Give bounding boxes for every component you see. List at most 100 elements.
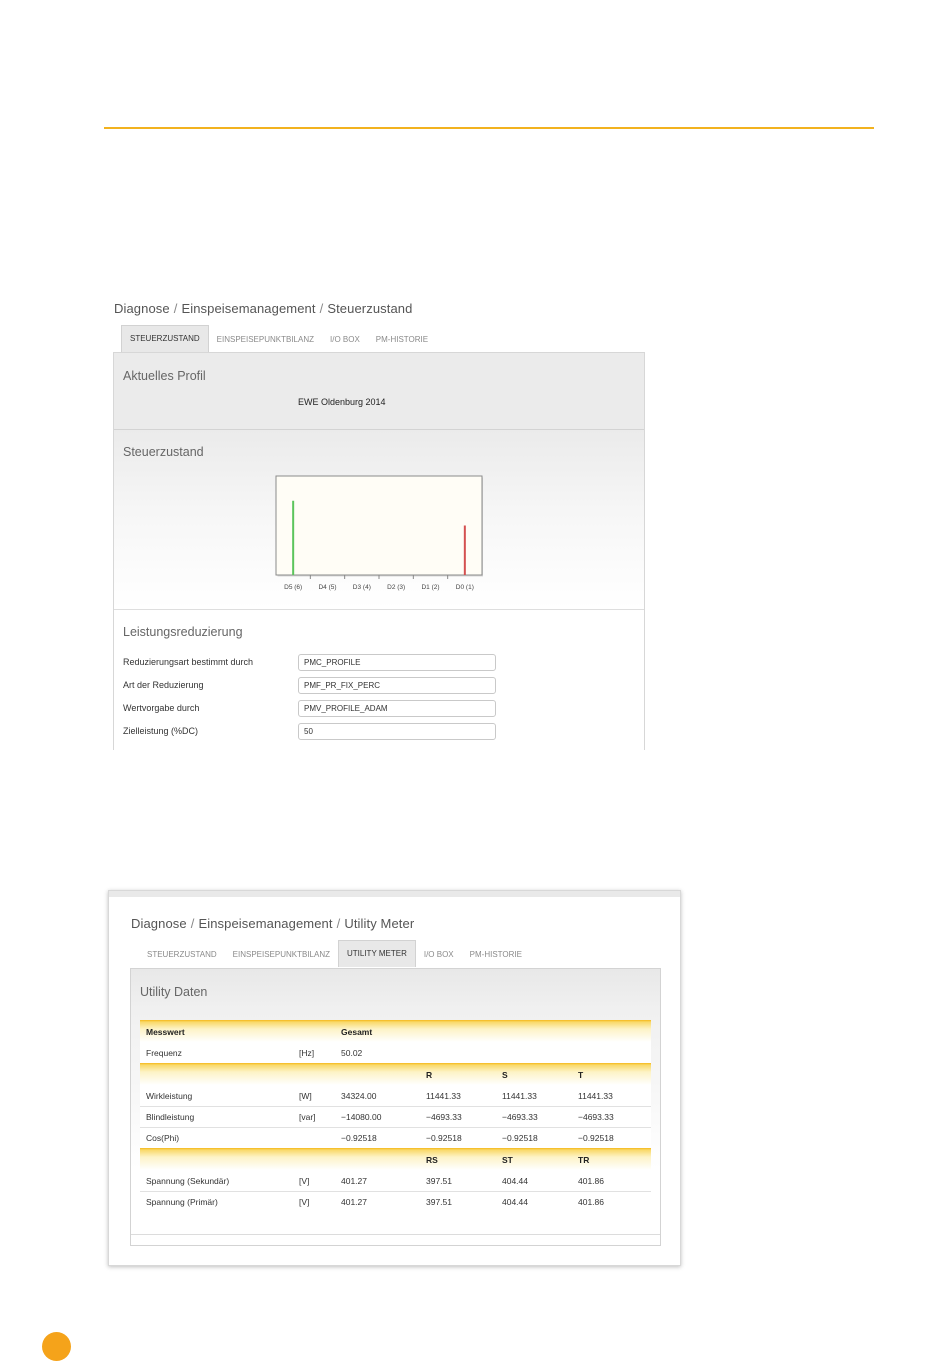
table-cell: [var] bbox=[293, 1106, 335, 1128]
breadcrumb-separator: / bbox=[336, 916, 341, 931]
field-row: Art der Reduzierung bbox=[123, 677, 643, 695]
breadcrumb: Diagnose / Einspeisemanagement / Steuerzusta… bbox=[114, 301, 412, 316]
breadcrumb-separator: / bbox=[190, 916, 195, 931]
tab-pm-historie[interactable]: PM-HISTORIE bbox=[462, 943, 530, 967]
table-cell: 34324.00 bbox=[335, 1086, 420, 1107]
tab-bar: STEUERZUSTAND EINSPEISEPUNKTBILANZ I/O B… bbox=[121, 325, 436, 352]
table-cell: 401.27 bbox=[335, 1171, 420, 1192]
table-row: Cos(Phi) −0.92518 −0.92518 −0.92518 −0.9… bbox=[140, 1127, 651, 1148]
table-cell: −4693.33 bbox=[572, 1106, 651, 1128]
table-cell: [W] bbox=[293, 1086, 335, 1107]
window-top-strip bbox=[109, 891, 680, 897]
tab-pm-historie[interactable]: PM-HISTORIE bbox=[368, 328, 436, 352]
chart-tick-label: D0 (1) bbox=[456, 584, 474, 591]
field-row: Reduzierungsart bestimmt durch bbox=[123, 654, 643, 672]
utility-data-panel: Utility Daten Messwert Gesamt Frequenz [… bbox=[130, 968, 661, 1246]
table-cell: 50.02 bbox=[335, 1043, 420, 1063]
tab-bar: STEUERZUSTAND EINSPEISEPUNKTBILANZ UTILI… bbox=[139, 940, 530, 967]
table-cell: −4693.33 bbox=[420, 1106, 496, 1128]
table-header-cell: T bbox=[572, 1063, 651, 1086]
profile-name: EWE Oldenburg 2014 bbox=[298, 397, 386, 407]
breadcrumb-item-einspeisemanagement[interactable]: Einspeisemanagement bbox=[198, 916, 332, 931]
screenshot-utility-meter: Diagnose / Einspeisemanagement / Utility Met… bbox=[108, 890, 681, 1266]
table-cell bbox=[420, 1043, 496, 1063]
table-header-cell: Messwert bbox=[140, 1020, 293, 1043]
table-header-cell: R bbox=[420, 1063, 496, 1086]
table-cell: Frequenz bbox=[140, 1043, 293, 1063]
table-header-row: RS ST TR bbox=[140, 1148, 651, 1171]
tab-steuerzustand[interactable]: STEUERZUSTAND bbox=[121, 325, 209, 352]
utility-table: Messwert Gesamt Frequenz [Hz] 50.02 R S … bbox=[140, 1020, 651, 1212]
table-row: Frequenz [Hz] 50.02 bbox=[140, 1043, 651, 1063]
breadcrumb-item-diagnose[interactable]: Diagnose bbox=[131, 916, 187, 931]
table-header-cell bbox=[572, 1020, 651, 1043]
breadcrumb-item-current: Utility Meter bbox=[344, 916, 415, 931]
breadcrumb-item-current: Steuerzustand bbox=[327, 301, 413, 316]
table-header-cell bbox=[335, 1148, 420, 1171]
table-header-cell: Gesamt bbox=[335, 1020, 420, 1043]
field-row: Zielleistung (%DC) bbox=[123, 723, 643, 741]
steuerzustand-panel: Aktuelles Profil EWE Oldenburg 2014 Steu… bbox=[113, 352, 645, 750]
table-header-cell bbox=[293, 1148, 335, 1171]
table-cell: −4693.33 bbox=[496, 1106, 572, 1128]
table-header-cell bbox=[293, 1063, 335, 1086]
table-cell: Wirkleistung bbox=[140, 1086, 293, 1107]
tab-io-box[interactable]: I/O BOX bbox=[322, 328, 368, 352]
tab-einspeisepunktbilanz[interactable]: EINSPEISEPUNKTBILANZ bbox=[209, 328, 322, 352]
chart-tick-label: D4 (5) bbox=[318, 584, 336, 591]
table-header-cell bbox=[140, 1063, 293, 1086]
field-label: Reduzierungsart bestimmt durch bbox=[123, 657, 254, 667]
field-row: Wertvorgabe durch bbox=[123, 700, 643, 718]
table-cell: −0.92518 bbox=[496, 1127, 572, 1148]
table-cell: 401.86 bbox=[572, 1171, 651, 1192]
table-cell: 11441.33 bbox=[572, 1086, 651, 1107]
reduction-mode-field[interactable] bbox=[298, 654, 496, 671]
table-row: Spannung (Sekundär) [V] 401.27 397.51 40… bbox=[140, 1171, 651, 1192]
table-cell: −0.92518 bbox=[335, 1127, 420, 1148]
state-section: Steuerzustand D5 (6) D4 (5) D3 (4) D2 (3) D1… bbox=[114, 430, 644, 610]
table-cell: Spannung (Sekundär) bbox=[140, 1171, 293, 1192]
chart-tick-label: D2 (3) bbox=[387, 584, 405, 591]
breadcrumb-item-einspeisemanagement[interactable]: Einspeisemanagement bbox=[181, 301, 315, 316]
field-label: Zielleistung (%DC) bbox=[123, 726, 199, 736]
section-title: Steuerzustand bbox=[123, 445, 204, 459]
target-power-field[interactable] bbox=[298, 723, 496, 740]
tab-steuerzustand[interactable]: STEUERZUSTAND bbox=[139, 943, 225, 967]
screenshot-steuerzustand: Diagnose / Einspeisemanagement / Steuerzusta… bbox=[113, 293, 645, 750]
state-chart-svg: D5 (6) D4 (5) D3 (4) D2 (3) D1 (2) D0 (1) bbox=[275, 475, 483, 591]
table-header-cell: S bbox=[496, 1063, 572, 1086]
table-cell: Blindleistung bbox=[140, 1106, 293, 1128]
chart-bar bbox=[292, 500, 295, 575]
section-title: Utility Daten bbox=[140, 985, 208, 999]
section-title: Leistungsreduzierung bbox=[123, 625, 243, 639]
page-marker-dot bbox=[42, 1332, 71, 1361]
breadcrumb-separator: / bbox=[319, 301, 324, 316]
table-cell: 397.51 bbox=[420, 1171, 496, 1192]
table-cell bbox=[572, 1043, 651, 1063]
reduction-type-field[interactable] bbox=[298, 677, 496, 694]
reduction-section: Leistungsreduzierung Reduzierungsart bes… bbox=[114, 610, 644, 750]
chart-plot-area bbox=[275, 475, 483, 576]
header-rule bbox=[104, 127, 874, 129]
table-cell: 404.44 bbox=[496, 1171, 572, 1192]
tab-einspeisepunktbilanz[interactable]: EINSPEISEPUNKTBILANZ bbox=[225, 943, 338, 967]
table-header-cell bbox=[335, 1063, 420, 1086]
table-cell: −14080.00 bbox=[335, 1106, 420, 1128]
breadcrumb-item-diagnose[interactable]: Diagnose bbox=[114, 301, 170, 316]
table-header-cell: RS bbox=[420, 1148, 496, 1171]
panel-bottom-line bbox=[131, 1234, 660, 1235]
table-cell: [V] bbox=[293, 1191, 335, 1212]
breadcrumb-separator: / bbox=[173, 301, 178, 316]
table-row: Spannung (Primär) [V] 401.27 397.51 404.… bbox=[140, 1191, 651, 1212]
tab-utility-meter[interactable]: UTILITY METER bbox=[338, 940, 416, 967]
chart-tick-label: D5 (6) bbox=[284, 584, 302, 591]
table-cell: 401.86 bbox=[572, 1191, 651, 1212]
table-row: Wirkleistung [W] 34324.00 11441.33 11441… bbox=[140, 1086, 651, 1107]
table-header-row: Messwert Gesamt bbox=[140, 1020, 651, 1043]
table-cell: 11441.33 bbox=[496, 1086, 572, 1107]
tab-io-box[interactable]: I/O BOX bbox=[416, 943, 462, 967]
table-header-row: R S T bbox=[140, 1063, 651, 1086]
value-source-field[interactable] bbox=[298, 700, 496, 717]
table-cell: Cos(Phi) bbox=[140, 1127, 293, 1148]
table-header-cell: TR bbox=[572, 1148, 651, 1171]
